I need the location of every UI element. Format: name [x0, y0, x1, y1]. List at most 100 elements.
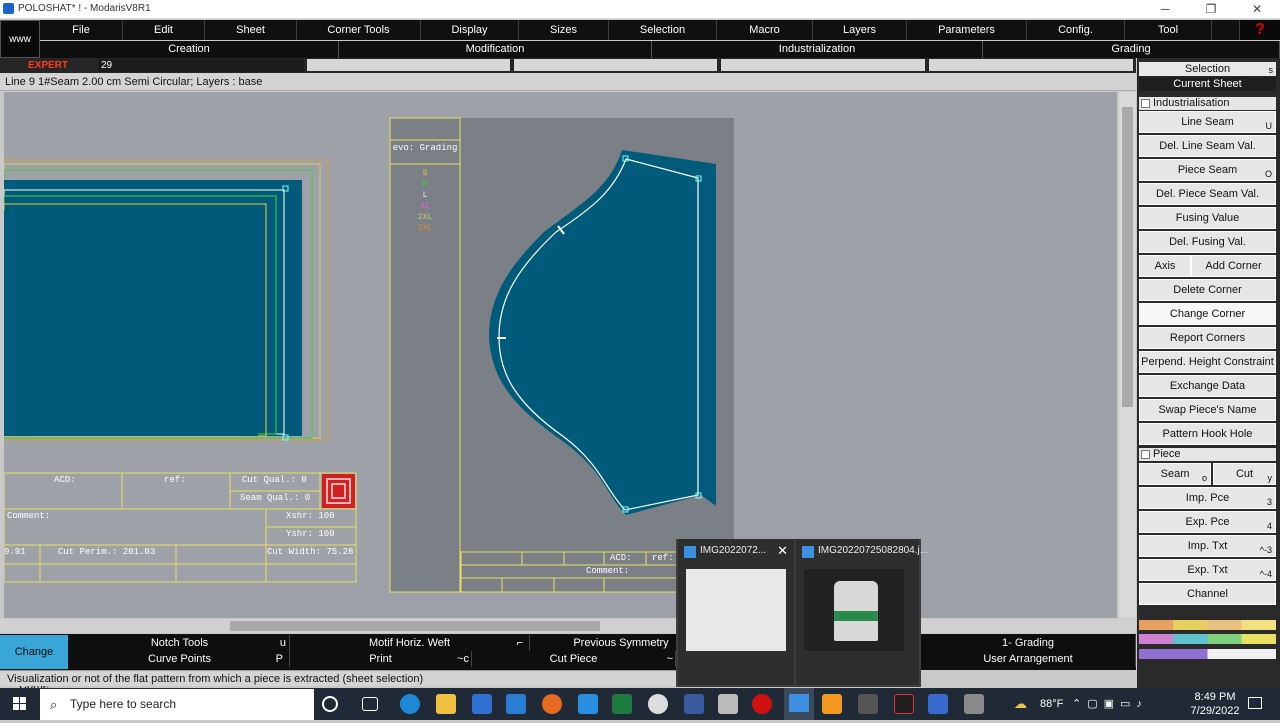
horizontal-scrollbar[interactable]: [0, 619, 1136, 633]
opera-icon[interactable]: [752, 694, 772, 714]
category-grading[interactable]: Grading: [983, 41, 1280, 58]
user-arrangement-button[interactable]: User Arrangement: [921, 651, 1136, 667]
menu-tool[interactable]: Tool: [1125, 20, 1212, 40]
del-fusing-button[interactable]: Del. Fusing Val.: [1139, 231, 1276, 253]
calculator-icon[interactable]: [964, 694, 984, 714]
vscroll-thumb[interactable]: [1122, 107, 1133, 407]
menu-edit[interactable]: Edit: [123, 20, 205, 40]
hscroll-thumb[interactable]: [230, 621, 600, 631]
menu-corner-tools[interactable]: Corner Tools: [297, 20, 421, 40]
menu-macro[interactable]: Macro: [717, 20, 813, 40]
weather-icon[interactable]: ☁: [1014, 696, 1034, 711]
imp-pce-button[interactable]: Imp. Pce 3: [1139, 487, 1276, 509]
app-icon-white[interactable]: [648, 694, 668, 714]
temperature[interactable]: 88°F: [1040, 698, 1063, 710]
vertical-scrollbar[interactable]: [1119, 92, 1136, 618]
app-icon-pen[interactable]: [684, 694, 704, 714]
grading-button[interactable]: 1- Grading: [921, 635, 1136, 651]
firefox-icon[interactable]: [542, 694, 562, 714]
exchange-data-button[interactable]: Exchange Data: [1139, 375, 1276, 397]
cut-button[interactable]: Cut y: [1213, 463, 1276, 485]
close-icon[interactable]: ✕: [777, 543, 788, 559]
cut-piece-button[interactable]: Cut Piece ~: [472, 651, 676, 667]
piece-checkbox[interactable]: [1141, 450, 1150, 459]
cortana-icon[interactable]: [322, 696, 338, 712]
help-button[interactable]: ?: [1240, 20, 1280, 40]
perpend-height-button[interactable]: Perpend. Height Constraint: [1139, 351, 1276, 373]
pattern-hook-hole-button[interactable]: Pattern Hook Hole: [1139, 423, 1276, 445]
menu-selection[interactable]: Selection: [609, 20, 717, 40]
report-corners-button[interactable]: Report Corners: [1139, 327, 1276, 349]
start-button[interactable]: [0, 688, 40, 720]
motif-horiz-weft-button[interactable]: Motif Horiz. Weft ⌐: [290, 635, 530, 651]
del-piece-seam-button[interactable]: Del. Piece Seam Val.: [1139, 183, 1276, 205]
add-corner-button[interactable]: Add Corner: [1191, 255, 1276, 277]
menu-parameters[interactable]: Parameters: [907, 20, 1027, 40]
channel-button[interactable]: Channel: [1139, 583, 1276, 605]
task-view-icon[interactable]: [362, 697, 378, 711]
print-button[interactable]: Print ~c: [290, 651, 472, 667]
perim-left-value: 9.91: [4, 547, 26, 557]
imp-txt-button[interactable]: Imp. Txt ^-3: [1139, 535, 1276, 557]
thumbnail-1-preview: [686, 569, 786, 651]
left-info-box: [4, 472, 357, 583]
curve-points-button[interactable]: Curve Points P: [70, 651, 290, 667]
exp-txt-button[interactable]: Exp. Txt ^-4: [1139, 559, 1276, 581]
app-icon-orange[interactable]: [822, 694, 842, 714]
thumbnail-1[interactable]: IMG2022072... ✕: [678, 539, 794, 685]
minimize-button[interactable]: ─: [1142, 0, 1188, 19]
slot-3[interactable]: [721, 59, 925, 71]
piece-header[interactable]: Piece: [1139, 448, 1276, 461]
menu-file[interactable]: File: [40, 20, 123, 40]
app-icon-blue[interactable]: [578, 694, 598, 714]
clock-time[interactable]: 8:49 PM: [1190, 691, 1240, 703]
app-icon-modaris[interactable]: [928, 694, 948, 714]
exp-pce-button[interactable]: Exp. Pce 4: [1139, 511, 1276, 533]
industrialisation-checkbox[interactable]: [1141, 99, 1150, 108]
thumbnail-2[interactable]: IMG20220725082804.j...: [796, 539, 928, 685]
mail-icon[interactable]: [506, 694, 526, 714]
tray-icons[interactable]: ⌃▢▣▭♪: [1072, 697, 1148, 710]
menu-display[interactable]: Display: [421, 20, 519, 40]
taskbar-search[interactable]: ⌕ Type here to search: [40, 689, 314, 720]
notifications-icon[interactable]: [1248, 697, 1262, 709]
category-industrialization[interactable]: Industrialization: [652, 41, 983, 58]
category-creation[interactable]: Creation: [40, 41, 339, 58]
axis-button[interactable]: Axis: [1139, 255, 1191, 277]
size-l: L: [422, 191, 428, 200]
maximize-button[interactable]: ❐: [1188, 0, 1234, 19]
clock-date[interactable]: 7/29/2022: [1186, 705, 1244, 717]
menu-layers[interactable]: Layers: [813, 20, 907, 40]
swap-piece-name-button[interactable]: Swap Piece's Name: [1139, 399, 1276, 421]
app-icon-printer[interactable]: [718, 694, 738, 714]
notch-tools-button[interactable]: Notch Tools u: [70, 635, 290, 651]
photos-taskbar-active[interactable]: [784, 688, 814, 720]
excel-icon[interactable]: [612, 694, 632, 714]
current-function-button[interactable]: Change Corne: [0, 635, 68, 692]
slot-1[interactable]: [307, 59, 510, 71]
industrialisation-header[interactable]: Industrialisation: [1139, 97, 1276, 110]
slot-4[interactable]: [929, 59, 1133, 71]
menu-sizes[interactable]: Sizes: [519, 20, 609, 40]
piece-seam-button[interactable]: Piece Seam O: [1139, 159, 1276, 181]
category-modification[interactable]: Modification: [339, 41, 652, 58]
panel-selection-button[interactable]: Selection s: [1139, 62, 1276, 76]
www-button[interactable]: www: [0, 20, 40, 58]
app-icon-dark[interactable]: [858, 694, 878, 714]
fusing-value-button[interactable]: Fusing Value: [1139, 207, 1276, 229]
pattern-canvas[interactable]: evo: Grading S M L XL 2XL 3XL ACD: ref: …: [4, 92, 1117, 618]
file-explorer-icon[interactable]: [436, 694, 456, 714]
slot-2[interactable]: [514, 59, 717, 71]
delete-corner-button[interactable]: Delete Corner: [1139, 279, 1276, 301]
close-button[interactable]: ✕: [1234, 0, 1280, 19]
change-corner-button[interactable]: Change Corner: [1139, 303, 1276, 325]
line-seam-button[interactable]: Line Seam U: [1139, 111, 1276, 133]
menu-sheet[interactable]: Sheet: [205, 20, 297, 40]
del-line-seam-button[interactable]: Del. Line Seam Val.: [1139, 135, 1276, 157]
menu-config[interactable]: Config.: [1027, 20, 1125, 40]
store-icon[interactable]: [472, 694, 492, 714]
edge-icon[interactable]: [400, 694, 420, 714]
recorder-icon[interactable]: [894, 694, 914, 714]
value-field[interactable]: 29: [98, 59, 304, 72]
seam-button[interactable]: Seam o: [1139, 463, 1211, 485]
